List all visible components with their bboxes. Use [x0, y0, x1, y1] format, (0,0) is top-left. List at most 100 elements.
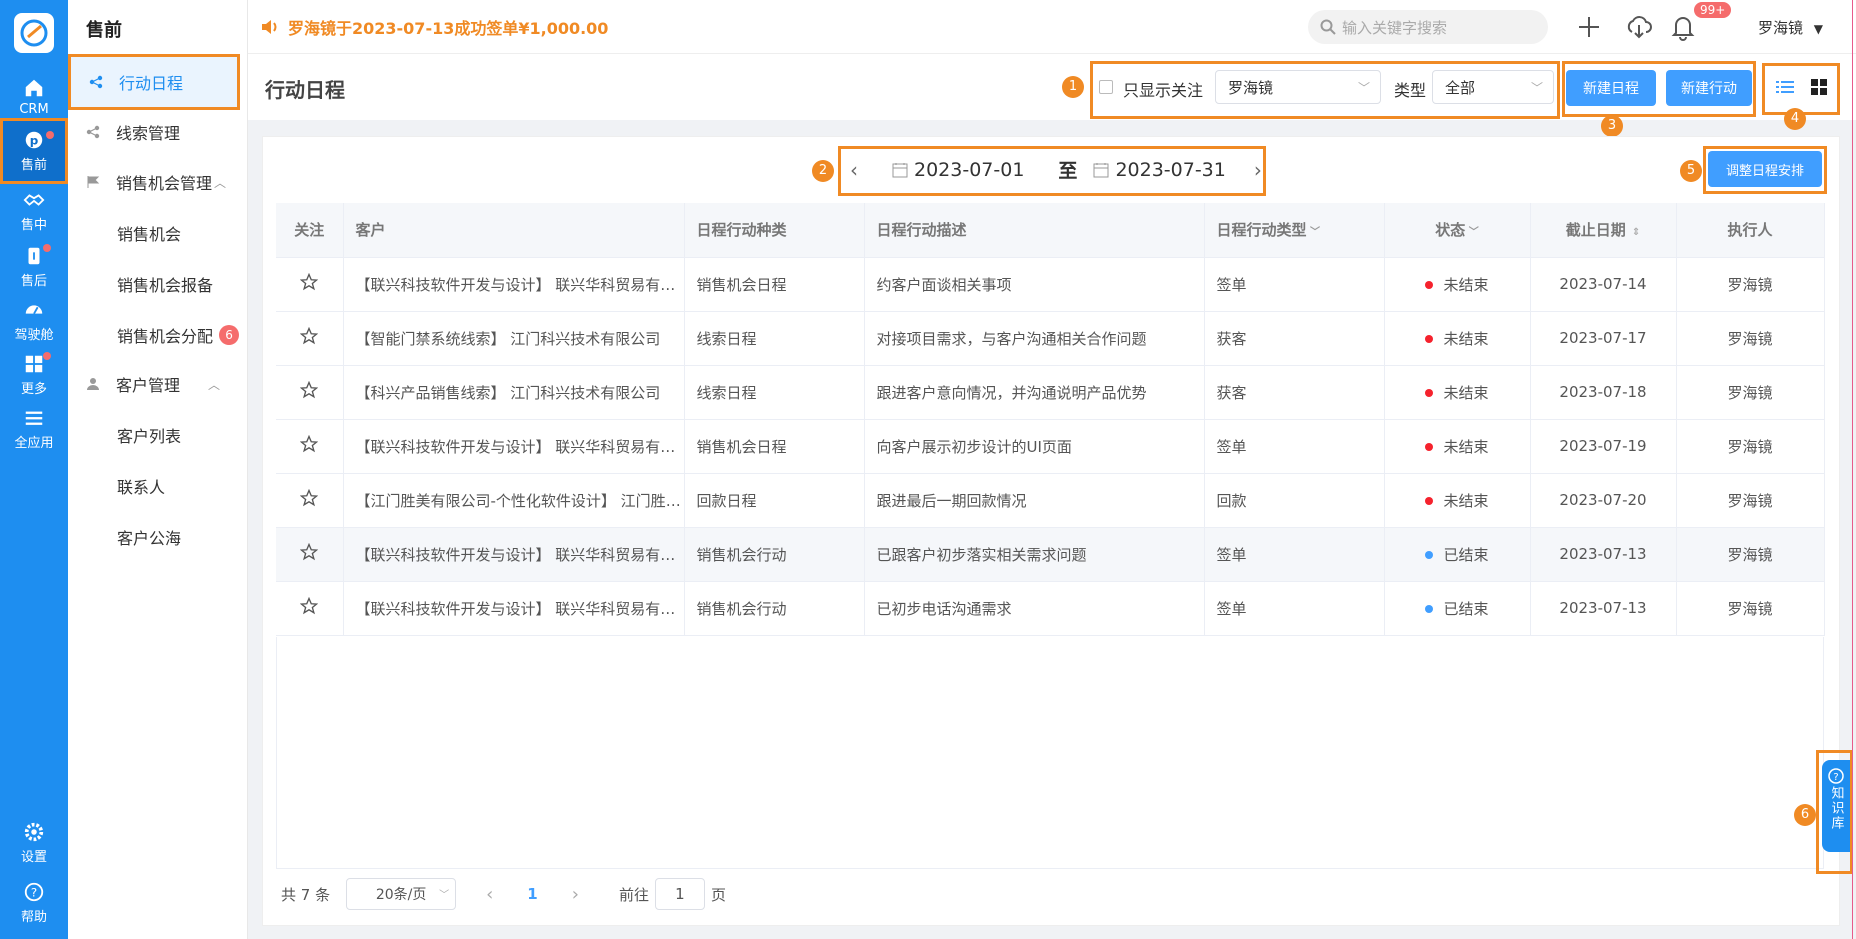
table-row[interactable]: 【科兴产品销售线索】 江门科兴技术有限公司 线索日程 跟进客户意向情况，并沟通说明产… [276, 365, 1825, 420]
end-date[interactable]: 2023-07-31 [1115, 159, 1225, 181]
new-schedule-button[interactable]: 新建日程 [1566, 70, 1656, 106]
submenu-item-leads[interactable]: 线索管理 [68, 114, 248, 150]
star-icon[interactable] [300, 542, 319, 561]
col-category: 日程行动种类 [684, 203, 865, 258]
follow-cell [276, 527, 344, 582]
page-title: 行动日程 [265, 78, 345, 102]
table-row[interactable]: 【联兴科技软件开发与设计】 联兴华科贸易有限公司 销售机会日程 约客户面谈相关事项签… [276, 257, 1825, 312]
rail-item-presale[interactable]: p 售前 [0, 118, 68, 184]
follow-cell [276, 473, 344, 528]
person-select[interactable]: 罗海镜 ﹀ [1215, 70, 1381, 104]
description-cell: 跟进客户意向情况，并沟通说明产品优势 [864, 365, 1205, 420]
status-cell: 未结束 [1384, 419, 1531, 474]
star-icon[interactable] [300, 596, 319, 615]
submenu-item-opportunity-report[interactable]: 销售机会报备 [68, 266, 248, 302]
user-menu[interactable]: 罗海镜 ▼ [1758, 17, 1823, 38]
app-logo[interactable] [14, 13, 54, 53]
submenu-item-contacts[interactable]: 联系人 [68, 468, 248, 504]
description-cell: 约客户面谈相关事项 [864, 257, 1205, 312]
start-date[interactable]: 2023-07-01 [914, 159, 1024, 181]
schedule-table: 关注 客户 日程行动种类 日程行动描述 日程行动类型 ﹀ 状态 ﹀ 截止日期 ⇕ … [276, 203, 1825, 636]
col-status[interactable]: 状态 ﹀ [1384, 203, 1531, 258]
submenu-item-customer-list[interactable]: 客户列表 [68, 417, 248, 453]
total-count: 共 7 条 [281, 885, 331, 904]
star-icon[interactable] [300, 326, 319, 345]
card-view-button[interactable] [1804, 72, 1834, 102]
current-page[interactable]: 1 [527, 885, 537, 903]
submenu-group-customer[interactable]: 客户管理 ︿ [68, 366, 248, 402]
count-badge: 6 [219, 325, 240, 345]
prev-page-icon[interactable]: ‹ [486, 884, 493, 905]
customer-cell[interactable]: 【智能门禁系统线索】 江门科兴技术有限公司 [343, 311, 685, 366]
status-cell: 未结束 [1384, 257, 1531, 312]
adjust-schedule-button[interactable]: 调整日程安排 [1708, 151, 1822, 187]
table-row[interactable]: 【联兴科技软件开发与设计】 联兴华科贸易有限公司 销售机会日程 向客户展示初步设计的… [276, 419, 1825, 474]
executor-cell: 罗海镜 [1676, 365, 1825, 420]
gear-icon [24, 822, 44, 842]
status-cell: 未结束 [1384, 311, 1531, 366]
customer-cell[interactable]: 【江门胜美有限公司-个性化软件设计】 江门胜美有限公司 [343, 473, 685, 528]
list-icon [1776, 81, 1794, 93]
description-cell: 对接项目需求，与客户沟通相关合作问题 [864, 311, 1205, 366]
submenu-item-schedule[interactable]: 行动日程 [68, 54, 240, 110]
follow-cell [276, 581, 344, 636]
plus-icon[interactable] [1574, 12, 1604, 42]
table-row[interactable]: 【智能门禁系统线索】 江门科兴技术有限公司 线索日程 对接项目需求，与客户沟通相关合… [276, 311, 1825, 366]
rail-item-settings[interactable]: 设置 [0, 810, 68, 876]
speaker-icon [262, 20, 277, 34]
search-icon [1320, 19, 1336, 35]
star-icon[interactable] [300, 272, 319, 291]
table-row[interactable]: 【联兴科技软件开发与设计】 联兴华科贸易有限公司 销售机会行动 已跟客户初步落实相关… [276, 527, 1825, 582]
bell-icon[interactable] [1668, 12, 1698, 42]
deadline-cell: 2023-07-19 [1530, 419, 1677, 474]
chevron-down-icon: ﹀ [1357, 81, 1370, 95]
page-unit-label: 页 [710, 885, 726, 904]
submenu-item-public-pool[interactable]: 客户公海 [68, 519, 248, 555]
next-page-icon[interactable]: › [572, 884, 579, 905]
star-icon[interactable] [300, 380, 319, 399]
table-empty-area [276, 637, 1824, 869]
table-row[interactable]: 【联兴科技软件开发与设计】 联兴华科贸易有限公司 销售机会行动 已初步电话沟通需求签… [276, 581, 1825, 636]
callout-4: 4 [1784, 108, 1806, 130]
goto-page-input[interactable]: 1 [654, 878, 705, 910]
grid-icon [1811, 79, 1827, 95]
new-action-button[interactable]: 新建行动 [1666, 70, 1752, 106]
only-follow-checkbox[interactable] [1099, 80, 1113, 94]
search-input[interactable]: 输入关键字搜索 [1308, 10, 1548, 44]
share-icon [89, 75, 103, 89]
submenu-item-opportunity-assign[interactable]: 销售机会分配 6 [68, 317, 248, 353]
caret-down-icon: ▼ [1813, 22, 1824, 36]
customer-cell[interactable]: 【联兴科技软件开发与设计】 联兴华科贸易有限公司 [343, 257, 685, 312]
category-cell: 销售机会日程 [684, 257, 865, 312]
submenu-item-opportunity[interactable]: 销售机会 [68, 215, 248, 251]
notice-banner[interactable]: 罗海镜于2023-07-13成功签单¥1,000.00 [260, 15, 608, 39]
rail-item-help[interactable]: ? 帮助 [0, 870, 68, 936]
executor-cell: 罗海镜 [1676, 473, 1825, 528]
col-type[interactable]: 日程行动类型 ﹀ [1204, 203, 1385, 258]
table-row[interactable]: 【江门胜美有限公司-个性化软件设计】 江门胜美有限公司回款日程跟进最后一期回款情… [276, 473, 1825, 528]
star-icon[interactable] [300, 434, 319, 453]
list-view-button[interactable] [1770, 72, 1800, 102]
description-cell: 已初步电话沟通需求 [864, 581, 1205, 636]
knowledge-base-tab[interactable]: ? 知识库 [1822, 760, 1850, 852]
category-cell: 销售机会行动 [684, 581, 865, 636]
cloud-download-icon[interactable] [1624, 12, 1654, 42]
executor-cell: 罗海镜 [1676, 581, 1825, 636]
customer-cell[interactable]: 【联兴科技软件开发与设计】 联兴华科贸易有限公司 [343, 581, 685, 636]
chevron-up-icon: ︿ [208, 377, 221, 392]
page-size-select[interactable]: 20条/页 ﹀ [346, 878, 457, 910]
type-select[interactable]: 全部 ﹀ [1432, 70, 1554, 104]
chevron-up-icon: ︿ [214, 175, 227, 190]
customer-cell[interactable]: 【联兴科技软件开发与设计】 联兴华科贸易有限公司 [343, 527, 685, 582]
category-cell: 线索日程 [684, 365, 865, 420]
type-cell: 获客 [1204, 311, 1385, 366]
star-icon[interactable] [300, 488, 319, 507]
pinterest-icon: p [25, 131, 43, 149]
rail-item-all-apps[interactable]: 全应用 [0, 396, 68, 462]
prev-arrow-icon[interactable]: ‹ [850, 158, 870, 182]
submenu-group-opportunity[interactable]: 销售机会管理 ︿ [68, 164, 248, 200]
next-arrow-icon[interactable]: › [1254, 158, 1262, 182]
col-deadline[interactable]: 截止日期 ⇕ [1530, 203, 1677, 258]
customer-cell[interactable]: 【科兴产品销售线索】 江门科兴技术有限公司 [343, 365, 685, 420]
customer-cell[interactable]: 【联兴科技软件开发与设计】 联兴华科贸易有限公司 [343, 419, 685, 474]
